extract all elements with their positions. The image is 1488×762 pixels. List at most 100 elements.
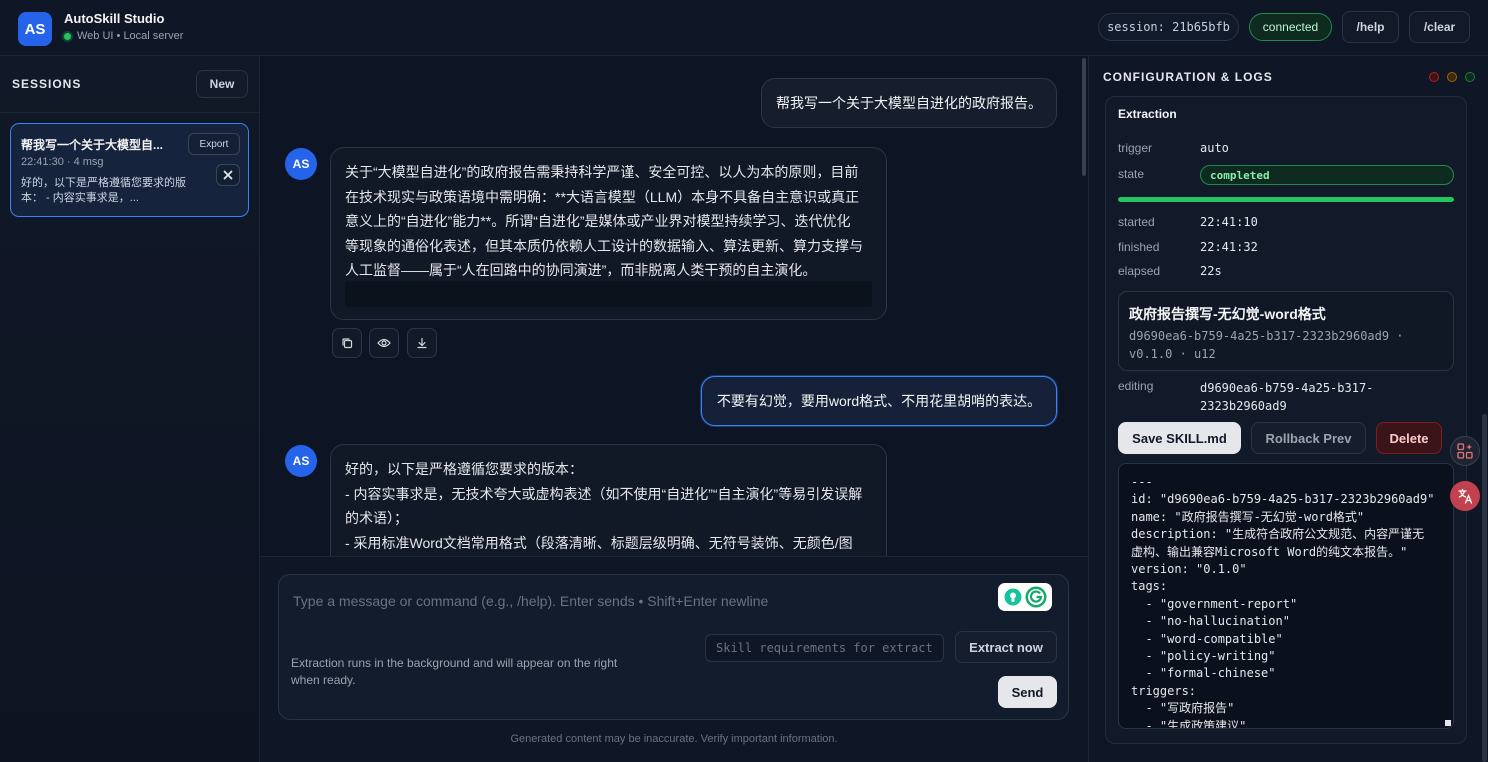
sidebar-divider	[0, 112, 259, 113]
assistant-message: 好的，以下是严格遵循您要求的版本： - 内容实事求是，无技术夸大或虚构表述（如不…	[330, 444, 887, 556]
finished-label: finished	[1118, 240, 1160, 254]
export-session-button[interactable]: Export	[188, 133, 240, 155]
green-window-dot-icon[interactable]	[1465, 72, 1475, 82]
state-label: state	[1118, 167, 1145, 181]
download-icon	[417, 337, 427, 349]
editor-line: ---	[1131, 475, 1153, 489]
session-preview: 好的，以下是严格遵循您要求的版本： - 内容实事求是，...	[21, 177, 186, 204]
editor-line: triggers:	[1131, 683, 1197, 698]
message-line: 好的，以下是严格遵循您要求的版本：	[345, 461, 583, 477]
message-line: 等现象的通俗化表述，但其本质仍依赖人工设计的数据输入、算法更新、算力支撑与	[345, 237, 863, 254]
message-input[interactable]: Type a message or command (e.g., /help).…	[293, 593, 768, 609]
extract-now-button[interactable]: Extract now	[955, 631, 1057, 663]
trigger-value: auto	[1200, 141, 1229, 155]
connection-status-badge: connected	[1249, 13, 1332, 41]
editor-line: 虚构、输出兼容Microsoft Word的纯文本报告。"	[1131, 544, 1408, 559]
user-message-text: 不要有幻觉，要用word格式、不用花里胡哨的表达。	[716, 393, 1042, 409]
editing-label: editing	[1118, 379, 1154, 393]
session-item[interactable]: 帮我写一个关于大模型自... 22:41:30 · 4 msg 好的，以下是严格…	[10, 123, 249, 217]
clear-button[interactable]: /clear	[1409, 11, 1470, 43]
session-id-badge: session: 21b65bfb	[1098, 13, 1239, 41]
skill-version-line: v0.1.0 · u12	[1129, 347, 1216, 361]
skill-id-line: d9690ea6-b759-4a25-b317-2323b2960ad9 ·	[1129, 329, 1404, 343]
app-subtitle-text: Web UI • Local server	[77, 30, 184, 42]
editing-id-line: d9690ea6-b759-4a25-b317-	[1200, 381, 1374, 395]
skill-summary: 政府报告撰写-无幻觉-word格式 d9690ea6-b759-4a25-b31…	[1118, 291, 1454, 371]
server-status-dot-icon	[64, 32, 71, 40]
user-message: 不要有幻觉，要用word格式、不用花里胡哨的表达。	[701, 376, 1057, 426]
editor-line: - "policy-writing"	[1131, 649, 1276, 664]
grammarly-icon	[1025, 586, 1046, 608]
resize-handle-icon[interactable]	[1445, 720, 1451, 726]
delete-skill-button[interactable]: Delete	[1376, 422, 1442, 454]
translate-icon	[1458, 488, 1473, 504]
message-line: 人工监督——属于“人在回路中的协同演进”，而非脱离人类干预的自主演化。	[345, 262, 817, 278]
editing-value: d9690ea6-b759-4a25-b317- 2323b2960ad9	[1200, 379, 1373, 415]
app-title: AutoSkill Studio	[64, 11, 165, 26]
rollback-button[interactable]: Rollback Prev	[1251, 422, 1366, 454]
message-line: 意义上的“自进化”能力**。所谓“自进化”是媒体或产业界对模型持续学习、迭代优化	[345, 213, 851, 229]
extraction-title: Extraction	[1118, 107, 1177, 121]
chat-area: 帮我写一个关于大模型自进化的政府报告。 AS 关于“大模型自进化”的政府报告需秉…	[260, 56, 1088, 556]
apps-float-button[interactable]	[1450, 436, 1480, 466]
new-session-button[interactable]: New	[196, 70, 248, 98]
apps-grid-icon	[1457, 443, 1473, 459]
trigger-label: trigger	[1118, 141, 1153, 155]
copy-icon	[342, 338, 353, 349]
sessions-sidebar: SESSIONS New 帮我写一个关于大模型自... 22:41:30 · 4…	[0, 56, 260, 762]
close-icon	[223, 170, 233, 180]
user-message-text: 帮我写一个关于大模型自进化的政府报告。	[776, 95, 1042, 111]
message-fade	[345, 281, 872, 307]
sessions-title: SESSIONS	[12, 77, 82, 91]
editor-line: id: "d9690ea6-b759-4a25-b317-2323b2960ad…	[1131, 492, 1435, 507]
editor-line: - "写政府报告"	[1131, 701, 1235, 716]
message-line: 关于“大模型自进化”的政府报告需秉持科学严谨、安全可控、以人为本的原则，目前	[345, 164, 859, 180]
elapsed-value: 22s	[1200, 264, 1222, 278]
composer-area: Type a message or command (e.g., /help).…	[260, 556, 1088, 762]
started-value: 22:41:10	[1200, 215, 1258, 229]
assistant-message: 关于“大模型自进化”的政府报告需秉持科学严谨、安全可控、以人为本的原则，目前 在…	[330, 147, 887, 320]
editor-line: name: "政府报告撰写-无幻觉-word格式"	[1131, 509, 1365, 524]
copy-message-button[interactable]	[332, 328, 362, 358]
download-message-button[interactable]	[407, 328, 437, 358]
message-line: 在技术现实与政策语境中需明确：**大语言模型（LLM）本身不具备自主意识或真正	[345, 188, 860, 205]
assistant-avatar: AS	[285, 148, 317, 180]
app-logo: AS	[18, 12, 52, 46]
config-panel: CONFIGURATION & LOGS Extraction trigger …	[1088, 56, 1488, 762]
save-skill-button[interactable]: Save SKILL.md	[1118, 422, 1241, 454]
editor-line: - "no-hallucination"	[1131, 614, 1290, 629]
skill-id: d9690ea6-b759-4a25-b317-2323b2960ad9 · v…	[1129, 327, 1429, 363]
app-header: AS AutoSkill Studio Web UI • Local serve…	[0, 0, 1488, 56]
chat-scrollbar[interactable]	[1082, 58, 1086, 176]
editor-line: - "formal-chinese"	[1131, 666, 1276, 681]
lightbulb-icon	[1004, 588, 1021, 606]
red-window-dot-icon[interactable]	[1429, 72, 1439, 82]
extraction-card: Extraction trigger auto state completed …	[1105, 96, 1467, 744]
session-meta: 22:41:30 · 4 msg	[21, 156, 104, 168]
message-line: - 采用标准Word文档常用格式（段落清晰、标题层级明确、无符号装饰、无颜色/图	[345, 534, 853, 551]
finished-value: 22:41:32	[1200, 240, 1258, 254]
eye-icon	[377, 338, 391, 348]
progress-fill	[1118, 197, 1454, 202]
skill-requirements-input[interactable]: Skill requirements for extract	[705, 634, 944, 662]
translate-float-button[interactable]	[1450, 481, 1480, 511]
skill-editor[interactable]: --- id: "d9690ea6-b759-4a25-b317-2323b296…	[1118, 463, 1454, 729]
grammar-assistant-badge[interactable]	[998, 583, 1052, 611]
editor-line: description: "生成符合政府公文规范、内容严谨无	[1131, 527, 1425, 542]
session-title: 帮我写一个关于大模型自...	[21, 138, 164, 152]
yellow-window-dot-icon[interactable]	[1447, 72, 1457, 82]
editor-line: - "government-report"	[1131, 596, 1298, 611]
send-button[interactable]: Send	[998, 676, 1057, 708]
message-line: 的术语）；	[345, 510, 408, 526]
help-button[interactable]: /help	[1342, 11, 1399, 43]
extraction-note: Extraction runs in the background and wi…	[291, 656, 618, 687]
delete-session-button[interactable]	[216, 164, 240, 186]
state-badge: completed	[1200, 165, 1454, 185]
editing-id-line: 2323b2960ad9	[1200, 399, 1287, 413]
panel-scrollbar[interactable]	[1482, 414, 1487, 762]
preview-message-button[interactable]	[369, 328, 399, 358]
extraction-progress-bar	[1118, 197, 1454, 202]
editor-line: tags:	[1131, 579, 1168, 594]
assistant-avatar: AS	[285, 445, 317, 477]
message-line: - 内容实事求是，无技术夸大或虚构表述（如不使用“自进化”“自主演化”等易引发误…	[345, 485, 863, 502]
